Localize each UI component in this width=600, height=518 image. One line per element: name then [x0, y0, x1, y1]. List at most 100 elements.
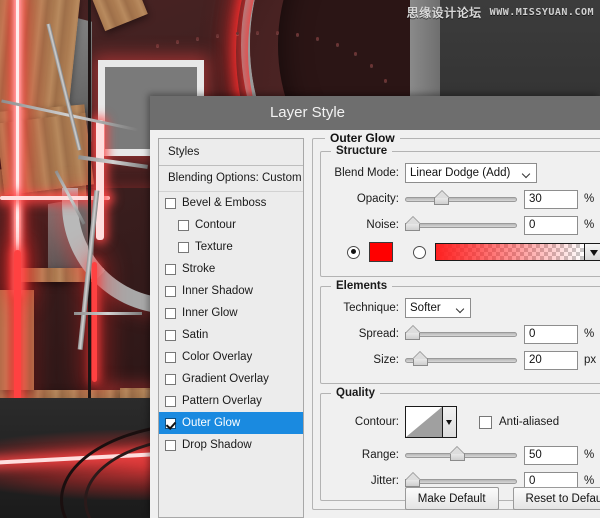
spread-unit: % [578, 328, 600, 340]
style-label: Pattern Overlay [182, 395, 262, 407]
jitter-slider-handle[interactable] [405, 475, 420, 487]
opacity-row: Opacity: % [329, 188, 600, 210]
style-label: Texture [195, 241, 233, 253]
size-slider[interactable] [405, 353, 517, 367]
dialog-button-row: Make Default Reset to Default [405, 487, 600, 510]
technique-combo-wrap[interactable]: Softer [405, 298, 471, 318]
effect-options-column: Outer Glow Structure Blend Mode: Linear … [312, 138, 600, 518]
opacity-slider-track [405, 197, 517, 202]
scene-neon-frame-edge [96, 120, 104, 240]
style-label: Inner Shadow [182, 285, 253, 297]
radio-gradient[interactable] [413, 246, 426, 259]
range-slider[interactable] [405, 448, 517, 462]
spread-row: Spread: % [329, 323, 600, 345]
spread-slider[interactable] [405, 327, 517, 341]
glow-gradient-preview[interactable] [435, 243, 585, 261]
style-item-inner-glow[interactable]: Inner Glow [159, 302, 303, 324]
radio-solid-color[interactable] [347, 246, 360, 259]
blend-mode-row: Blend Mode: Linear Dodge (Add) [329, 162, 600, 184]
reset-to-default-button[interactable]: Reset to Default [513, 487, 600, 510]
style-item-inner-shadow[interactable]: Inner Shadow [159, 280, 303, 302]
opacity-input[interactable] [524, 190, 578, 209]
contour-preview[interactable] [405, 406, 443, 438]
spread-label: Spread: [329, 328, 405, 340]
style-item-drop-shadow[interactable]: Drop Shadow [159, 434, 303, 456]
scene-neon-vertical-mid [92, 262, 97, 382]
jitter-unit: % [578, 475, 600, 487]
checkbox-inner-shadow[interactable] [165, 286, 176, 297]
style-item-satin[interactable]: Satin [159, 324, 303, 346]
make-default-button[interactable]: Make Default [405, 487, 499, 510]
size-input[interactable] [524, 351, 578, 370]
contour-label: Contour: [329, 416, 405, 428]
watermark: 思缘设计论坛 WWW.MISSYUAN.COM [407, 4, 594, 21]
jitter-slider[interactable] [405, 474, 517, 488]
style-item-pattern-overlay[interactable]: Pattern Overlay [159, 390, 303, 412]
style-item-gradient-overlay[interactable]: Gradient Overlay [159, 368, 303, 390]
range-input[interactable] [524, 446, 578, 465]
checkbox-stroke[interactable] [165, 264, 176, 275]
size-label: Size: [329, 354, 405, 366]
checkbox-anti-aliased[interactable] [479, 416, 492, 429]
noise-slider[interactable] [405, 218, 517, 232]
style-item-color-overlay[interactable]: Color Overlay [159, 346, 303, 368]
structure-fieldset: Structure Blend Mode: Linear Dodge (Add)… [320, 151, 600, 277]
range-slider-handle[interactable] [450, 449, 465, 461]
styles-column: Styles Blending Options: Custom Bevel & … [158, 138, 304, 518]
anti-aliased-label: Anti-aliased [499, 416, 559, 428]
gradient-fill [436, 244, 584, 260]
elements-fieldset: Elements Technique: Softer Spread: [320, 286, 600, 384]
technique-select[interactable]: Softer [405, 298, 471, 318]
spread-input[interactable] [524, 325, 578, 344]
blend-mode-select[interactable]: Linear Dodge (Add) [405, 163, 537, 183]
checkbox-inner-glow[interactable] [165, 308, 176, 319]
checkbox-bevel-emboss[interactable] [165, 198, 176, 209]
style-item-bevel-emboss[interactable]: Bevel & Emboss [159, 192, 303, 214]
noise-input[interactable] [524, 216, 578, 235]
noise-slider-handle[interactable] [405, 219, 420, 231]
blend-mode-label: Blend Mode: [329, 167, 405, 179]
glow-fill-row [329, 240, 600, 264]
style-item-texture[interactable]: Texture [159, 236, 303, 258]
style-label: Satin [182, 329, 208, 341]
outer-glow-legend: Outer Glow [325, 131, 400, 145]
contour-dropdown-arrow-icon[interactable] [443, 406, 457, 438]
opacity-slider-handle[interactable] [434, 193, 449, 205]
style-label: Drop Shadow [182, 439, 252, 451]
gradient-dropdown-arrow-icon[interactable] [585, 243, 600, 261]
range-label: Range: [329, 449, 405, 461]
opacity-slider[interactable] [405, 192, 517, 206]
style-item-stroke[interactable]: Stroke [159, 258, 303, 280]
elements-legend: Elements [331, 280, 392, 292]
styles-list-empty-area [159, 456, 303, 517]
noise-slider-track [405, 223, 517, 228]
style-item-outer-glow[interactable]: Outer Glow [159, 412, 303, 434]
checkbox-gradient-overlay[interactable] [165, 374, 176, 385]
styles-list-header: Styles [159, 139, 303, 166]
spread-slider-handle[interactable] [405, 328, 420, 340]
antialiased-group[interactable]: Anti-aliased [479, 416, 559, 429]
technique-label: Technique: [329, 302, 405, 314]
checkbox-contour[interactable] [178, 220, 189, 231]
dialog-titlebar[interactable]: Layer Style [150, 96, 600, 130]
quality-legend: Quality [331, 387, 380, 399]
noise-label: Noise: [329, 219, 405, 231]
noise-row: Noise: % [329, 214, 600, 236]
spread-slider-track [405, 332, 517, 337]
checkbox-texture[interactable] [178, 242, 189, 253]
size-row: Size: px [329, 349, 600, 371]
opacity-unit: % [578, 193, 600, 205]
checkbox-satin[interactable] [165, 330, 176, 341]
style-item-contour[interactable]: Contour [159, 214, 303, 236]
checkbox-outer-glow[interactable] [165, 418, 176, 429]
glow-color-swatch[interactable] [369, 242, 393, 262]
styles-list[interactable]: Styles Blending Options: Custom Bevel & … [158, 138, 304, 518]
style-label: Outer Glow [182, 417, 240, 429]
technique-row: Technique: Softer [329, 297, 600, 319]
blend-mode-combo-wrap[interactable]: Linear Dodge (Add) [405, 163, 537, 183]
checkbox-drop-shadow[interactable] [165, 440, 176, 451]
size-slider-handle[interactable] [413, 354, 428, 366]
blending-options-item[interactable]: Blending Options: Custom [159, 166, 303, 192]
checkbox-color-overlay[interactable] [165, 352, 176, 363]
checkbox-pattern-overlay[interactable] [165, 396, 176, 407]
